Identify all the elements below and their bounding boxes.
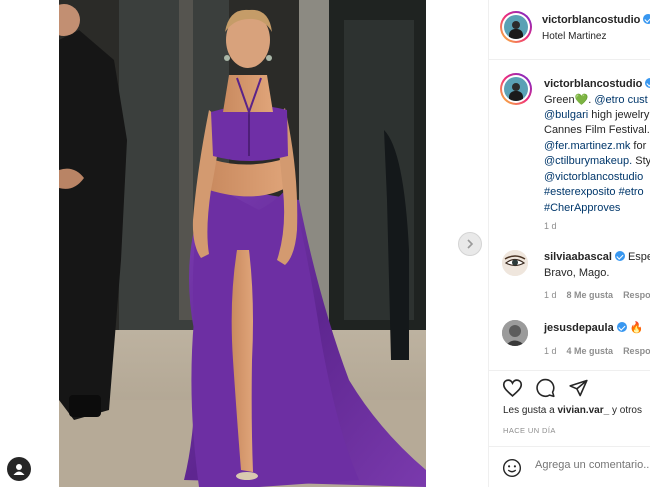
comment-meta: 1 d 4 Me gusta Respo: [544, 346, 650, 356]
comment-text-continued: Bravo, Mago.: [544, 267, 610, 279]
caption-line: @bulgari high jewelry: [544, 109, 650, 121]
post-location[interactable]: Hotel Martinez: [542, 31, 606, 42]
author-username[interactable]: victorblancostudio: [542, 14, 650, 26]
caption-line: @ctilburymakeup. Sty: [544, 155, 650, 167]
commenter-photo: [502, 250, 528, 276]
caption-line: @fer.martinez.mk for: [544, 140, 647, 152]
profile-button[interactable]: [7, 457, 31, 481]
commenter-photo: [502, 320, 528, 346]
caption-line: @victorblancostudio: [544, 171, 643, 183]
post-side-panel: victorblancostudio Hotel Martinez victor…: [488, 0, 650, 487]
post-photo[interactable]: [59, 0, 426, 487]
mention-link[interactable]: @fer.martinez.mk: [544, 140, 630, 152]
comment-meta: 1 d 8 Me gusta Respo: [544, 290, 650, 300]
comment-input[interactable]: [535, 459, 650, 471]
comment-age[interactable]: 1 d: [544, 346, 557, 356]
verified-badge-icon: [643, 14, 650, 24]
comment-icon[interactable]: [535, 378, 556, 398]
comment-likes[interactable]: 4 Me gusta: [567, 346, 614, 356]
author-avatar[interactable]: [500, 11, 532, 43]
caption-line: #CherApproves: [544, 202, 620, 214]
caption-author-username[interactable]: victorblancostudio: [544, 78, 650, 90]
post-image: [59, 0, 426, 487]
emoji-icon[interactable]: [502, 458, 522, 478]
comment-text: jesusdepaula 🔥: [544, 322, 644, 334]
comment-text: silviaabascal Espec: [544, 251, 650, 263]
comment-author[interactable]: silviaabascal: [544, 251, 612, 263]
comment-avatar[interactable]: [502, 320, 528, 346]
send-icon[interactable]: [568, 378, 589, 398]
likes-summary: Les gusta a vivian.var_ y otros: [503, 405, 642, 416]
caption-line: Green💚. @etro cust: [544, 94, 648, 106]
hashtag-link[interactable]: #CherApproves: [544, 202, 620, 214]
user-icon: [13, 464, 25, 475]
comment-age[interactable]: 1 d: [544, 290, 557, 300]
comment-composer: [489, 446, 650, 487]
verified-badge-icon: [616, 322, 627, 332]
comment-likes[interactable]: 8 Me gusta: [567, 290, 614, 300]
reply-button[interactable]: Respo: [623, 346, 650, 356]
hashtag-link[interactable]: #esterexposito #etro: [544, 186, 644, 198]
comment-avatar[interactable]: [502, 250, 528, 276]
post-header: victorblancostudio Hotel Martinez: [489, 0, 650, 60]
verified-badge-icon: [645, 78, 650, 88]
chevron-right-icon: [467, 239, 474, 249]
post-time[interactable]: Hace un día: [503, 426, 556, 435]
mention-link[interactable]: @victorblancostudio: [544, 171, 643, 183]
mention-link[interactable]: @bulgari: [544, 109, 588, 121]
post-actions: [489, 370, 650, 404]
caption-line: Cannes Film Festival.: [544, 124, 650, 136]
left-gutter: [0, 0, 59, 487]
liker-username[interactable]: vivian.var_: [557, 405, 609, 416]
caption-author-avatar[interactable]: [500, 73, 532, 105]
caption-age[interactable]: 1 d: [544, 221, 557, 231]
mention-link[interactable]: @ctilburymakeup.: [544, 155, 632, 167]
heart-icon[interactable]: [502, 378, 523, 398]
caption-line: #esterexposito #etro: [544, 186, 644, 198]
comment-author[interactable]: jesusdepaula: [544, 322, 614, 334]
mention-link[interactable]: @etro cust: [594, 94, 647, 106]
next-photo-button[interactable]: [458, 232, 482, 256]
reply-button[interactable]: Respo: [623, 290, 650, 300]
verified-badge-icon: [614, 251, 625, 261]
